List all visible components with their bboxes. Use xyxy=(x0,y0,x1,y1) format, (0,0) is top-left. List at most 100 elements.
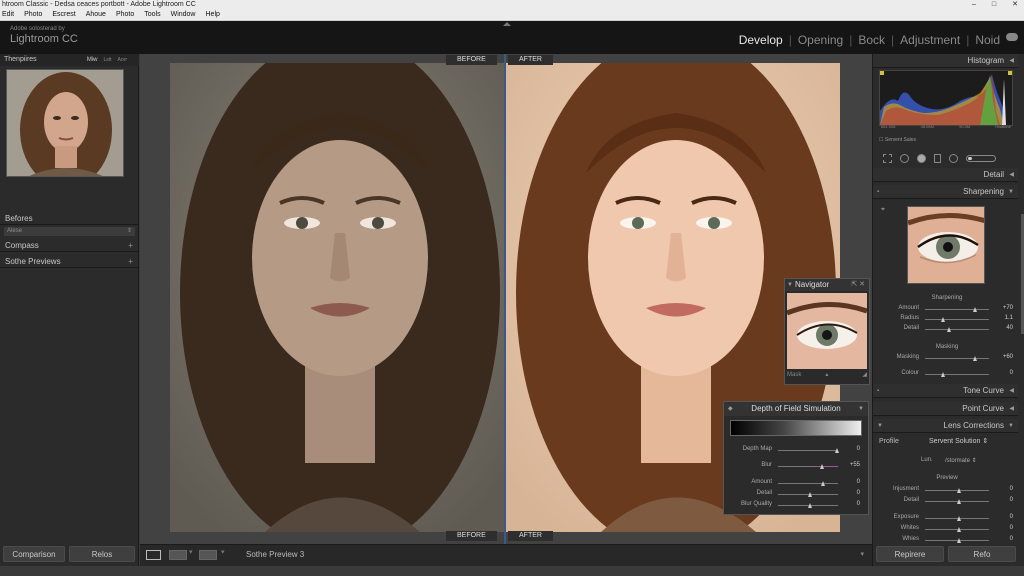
previews-section[interactable]: Sothe Previews + xyxy=(0,255,139,268)
module-noid[interactable]: Noid xyxy=(975,33,1000,47)
module-opening[interactable]: Opening xyxy=(798,33,843,47)
preview-value[interactable]: 0 xyxy=(991,497,1013,503)
spot-removal-icon[interactable] xyxy=(900,153,909,163)
collapse-triangle-icon[interactable]: ▼ xyxy=(787,279,793,291)
slider-knob-icon[interactable] xyxy=(973,307,977,312)
swap-view-icon[interactable] xyxy=(199,550,217,560)
slider-knob-icon[interactable] xyxy=(820,464,824,469)
dof-value[interactable]: 0 xyxy=(840,501,860,507)
navigator-thumbnail[interactable] xyxy=(6,69,124,177)
menu-tools[interactable]: Tools xyxy=(144,9,160,20)
relos-button[interactable]: Relos xyxy=(69,546,135,562)
preview-slider[interactable] xyxy=(925,527,989,532)
brush-tool-icon[interactable] xyxy=(966,154,996,162)
loupe-view-icon[interactable] xyxy=(146,550,161,560)
close-icon[interactable]: ✕ xyxy=(1012,0,1018,9)
slider-knob-icon[interactable] xyxy=(973,356,977,361)
preview-row[interactable]: Whies 0 xyxy=(879,536,1015,544)
sharpen-row[interactable]: Radius 1.1 xyxy=(879,315,1015,323)
radial-filter-icon[interactable] xyxy=(949,153,958,163)
graduated-filter-icon[interactable] xyxy=(934,153,941,163)
module-develop[interactable]: Develop xyxy=(739,33,783,47)
dof-row[interactable]: Amount 0 xyxy=(726,479,866,487)
sharpen-row[interactable]: Detail 40 xyxy=(879,325,1015,333)
preview-value[interactable]: 0 xyxy=(991,486,1013,492)
target-adjust-icon[interactable]: ⌖ xyxy=(881,206,885,214)
slider-knob-icon[interactable] xyxy=(957,488,961,493)
profile-dropdown[interactable]: Servent Solution ⇕ xyxy=(929,437,988,445)
dof-slider[interactable] xyxy=(778,464,838,469)
checkbox-icon[interactable]: ☐ xyxy=(879,137,883,143)
dof-slider[interactable] xyxy=(778,448,839,453)
preview-value[interactable]: 0 xyxy=(991,525,1013,531)
zoom-option-1to1[interactable]: Aorr xyxy=(118,54,127,66)
detail-header[interactable]: Detail ◀ xyxy=(873,168,1018,182)
comparison-button[interactable]: Comparison xyxy=(3,546,65,562)
module-bock[interactable]: Bock xyxy=(858,33,885,47)
slider-knob-icon[interactable] xyxy=(821,481,826,486)
masking-row[interactable]: Colour 0 xyxy=(879,370,1015,378)
close-icon[interactable]: ⇱ ✕ xyxy=(851,279,865,291)
tone-curve-header[interactable]: ▪ Tone Curve ◀ xyxy=(873,384,1018,398)
preview-row[interactable]: Whites 0 xyxy=(879,525,1015,533)
plus-icon[interactable]: + xyxy=(128,255,133,268)
dof-slider[interactable] xyxy=(778,503,838,508)
slider-knob-icon[interactable] xyxy=(835,448,839,453)
lun-dropdown[interactable]: /stormate ⇕ xyxy=(945,457,977,464)
preview-row[interactable]: Detail 0 xyxy=(879,497,1015,505)
preview-value[interactable]: 0 xyxy=(991,536,1013,542)
before-after-view-icon[interactable] xyxy=(169,550,187,560)
dof-row[interactable]: Blur +55 xyxy=(726,462,866,470)
navigator-panel-header[interactable]: ▼ Navigator ⇱ ✕ xyxy=(785,279,869,291)
dof-value[interactable]: 0 xyxy=(840,446,860,452)
lens-corrections-header[interactable]: ▼ Lens Corrections ▼ xyxy=(873,419,1018,433)
navigator-header[interactable]: Thenpiires Miw Lstt Aorr xyxy=(0,54,139,66)
menu-photo-2[interactable]: Photo xyxy=(116,9,134,20)
collapse-triangle-icon[interactable]: ◀ xyxy=(1009,402,1014,416)
masking-value[interactable]: 0 xyxy=(991,370,1013,376)
slider-knob-icon[interactable] xyxy=(947,327,952,332)
collapse-triangle-icon[interactable]: ▼ xyxy=(1008,419,1014,433)
dof-value[interactable]: 0 xyxy=(840,490,860,496)
module-adjustment[interactable]: Adjustment xyxy=(900,33,960,47)
sharpen-row[interactable]: Amount +70 xyxy=(879,305,1015,313)
preview-row[interactable]: Exposure 0 xyxy=(879,514,1015,522)
menu-help[interactable]: Help xyxy=(206,9,220,20)
sharpen-value[interactable]: 1.1 xyxy=(991,315,1013,321)
panel-switch-icon[interactable]: ◆ xyxy=(728,402,733,416)
dof-value[interactable]: +55 xyxy=(840,462,860,468)
slider-knob-icon[interactable] xyxy=(808,492,812,497)
befores-section[interactable]: Befores xyxy=(0,212,139,225)
preview-row[interactable]: Injusment 0 xyxy=(879,486,1015,494)
sharpening-header[interactable]: ▪ Sharpening ▼ xyxy=(873,185,1018,199)
dof-slider[interactable] xyxy=(778,492,838,497)
dof-panel-header[interactable]: ◆ Depth of Field Simulation ▼ xyxy=(724,402,868,416)
preview-value[interactable]: 0 xyxy=(991,514,1013,520)
toolbar-menu-icon[interactable]: ▾ xyxy=(860,550,864,558)
dof-row[interactable]: Blur Quality 0 xyxy=(726,501,866,509)
split-divider[interactable] xyxy=(504,54,506,544)
slider-knob-icon[interactable] xyxy=(957,538,961,543)
collapse-triangle-icon[interactable]: ▼ xyxy=(1008,185,1014,199)
preview-slider[interactable] xyxy=(925,499,989,504)
slider-knob-icon[interactable] xyxy=(957,527,961,532)
menu-edit[interactable]: Edit xyxy=(2,9,14,20)
zoom-option-fit[interactable]: Miw xyxy=(87,54,98,66)
plus-icon[interactable]: + xyxy=(128,239,133,252)
slider-knob-icon[interactable] xyxy=(941,317,945,322)
menu-photo[interactable]: Photo xyxy=(24,9,42,20)
masking-slider[interactable] xyxy=(925,356,989,361)
slider-knob-icon[interactable] xyxy=(957,516,961,521)
compass-section[interactable]: Compass + xyxy=(0,239,139,252)
slider-knob-icon[interactable] xyxy=(941,372,945,377)
redeye-icon[interactable] xyxy=(917,153,926,163)
preview-slider[interactable] xyxy=(925,488,989,493)
collapse-triangle-icon[interactable]: ◀ xyxy=(1009,384,1014,398)
slider-knob-icon[interactable] xyxy=(808,503,812,508)
repirere-button[interactable]: Repirere xyxy=(876,546,944,562)
masking-row[interactable]: Masking +60 xyxy=(879,354,1015,362)
sharpen-value[interactable]: +70 xyxy=(991,305,1013,311)
sensor-check-row[interactable]: ☐ Servent Sales xyxy=(879,137,916,143)
collapse-triangle-icon[interactable]: ◀ xyxy=(1009,168,1014,182)
resize-corner-icon[interactable]: ◢ xyxy=(862,371,867,378)
